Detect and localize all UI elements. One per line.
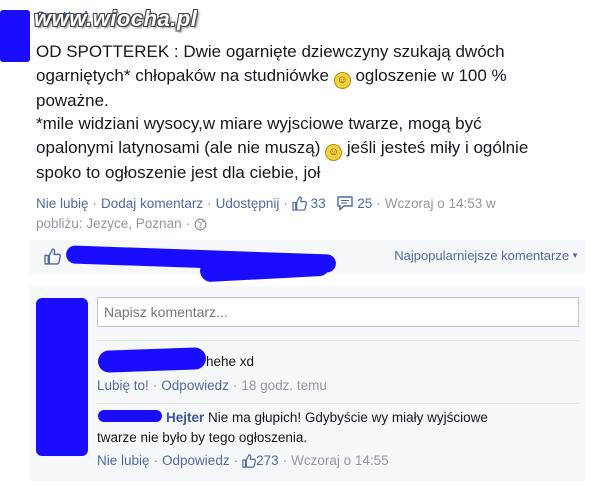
thumbs-up-icon xyxy=(292,196,307,211)
censor-mark-author-avatar xyxy=(0,10,30,62)
divider xyxy=(96,340,580,341)
post-line-6: spoko to ogłoszenie jest dla ciebie, joł xyxy=(36,162,321,182)
censor-mark-comment-avatars xyxy=(36,298,88,456)
post-location[interactable]: pobliżu: Jezyce, Poznan xyxy=(36,216,182,231)
comment-2-author[interactable]: Hejter xyxy=(166,410,204,425)
speech-bubble-icon xyxy=(337,196,354,211)
comment-1-meta: Lubię to! · Odpowiedz · 18 godz. temu xyxy=(97,378,327,393)
comment-2-reply-link[interactable]: Odpowiedz xyxy=(162,453,230,468)
like-count-link[interactable]: 33 xyxy=(292,196,326,211)
post-line-1: OD SPOTTEREK : Dwie ogarnięte dziewczyny… xyxy=(36,42,505,61)
comment-2-time[interactable]: Wczoraj o 14:55 xyxy=(291,453,389,468)
comment-count-link[interactable]: 25 xyxy=(337,196,372,211)
comment-sort-dropdown[interactable]: Najpopularniejsze komentarze ▼ xyxy=(394,248,579,263)
comment-input[interactable] xyxy=(97,297,579,327)
comment-1-reply-link[interactable]: Odpowiedz xyxy=(161,378,229,393)
globe-icon xyxy=(194,218,207,231)
post-timestamp[interactable]: Wczoraj o 14:53 w xyxy=(385,196,496,211)
post-body: OD SPOTTEREK : Dwie ogarnięte dziewczyny… xyxy=(36,40,586,184)
smile-emoji-icon: ☺ xyxy=(325,143,343,161)
comment-2-text-line-2: twarze nie było by tego ogłoszenia. xyxy=(97,430,308,445)
comment-1-like-link[interactable]: Lubię to! xyxy=(97,378,149,393)
post-line-5: opalonymi latynosami (ale nie muszą) ☺ j… xyxy=(36,136,586,161)
post-line-4: *mile widziani wysocy,w miare wyjsciowe … xyxy=(36,114,482,133)
comment-2-unlike-link[interactable]: Nie lubię xyxy=(97,453,150,468)
comment-2-like-count[interactable]: 273 xyxy=(242,453,279,468)
post-line-2: ogarniętych* chłopaków na studniówke ☺ o… xyxy=(36,64,586,89)
thumbs-up-icon xyxy=(44,248,61,265)
comment-1-text: hehe xd xyxy=(206,354,255,369)
censor-mark-commenter-2 xyxy=(98,410,162,422)
comment-2-meta: Nie lubię · Odpowiedz · 273 · Wczoraj o 14:55 xyxy=(97,453,389,468)
unlike-link[interactable]: Nie lubię xyxy=(36,196,89,211)
post-line-3: poważne. xyxy=(36,90,109,110)
share-link[interactable]: Udostępnij xyxy=(216,196,280,211)
censor-mark-commenter-1 xyxy=(97,347,207,373)
divider xyxy=(96,403,580,404)
add-comment-link[interactable]: Dodaj komentarz xyxy=(101,196,203,211)
comment-2-text-line-1: Hejter Nie ma głupich! Gdybyście wy miał… xyxy=(166,410,488,425)
caret-down-icon: ▼ xyxy=(571,251,579,260)
watermark-text: www.wiocha.pl xyxy=(34,6,198,31)
post-actions-bar: Nie lubię · Dodaj komentarz · Udostępnij · 33… xyxy=(36,196,496,231)
smile-emoji-icon: ☺ xyxy=(333,71,351,89)
thumbs-up-icon xyxy=(242,454,257,468)
comment-1-time[interactable]: 18 godz. temu xyxy=(241,378,327,393)
